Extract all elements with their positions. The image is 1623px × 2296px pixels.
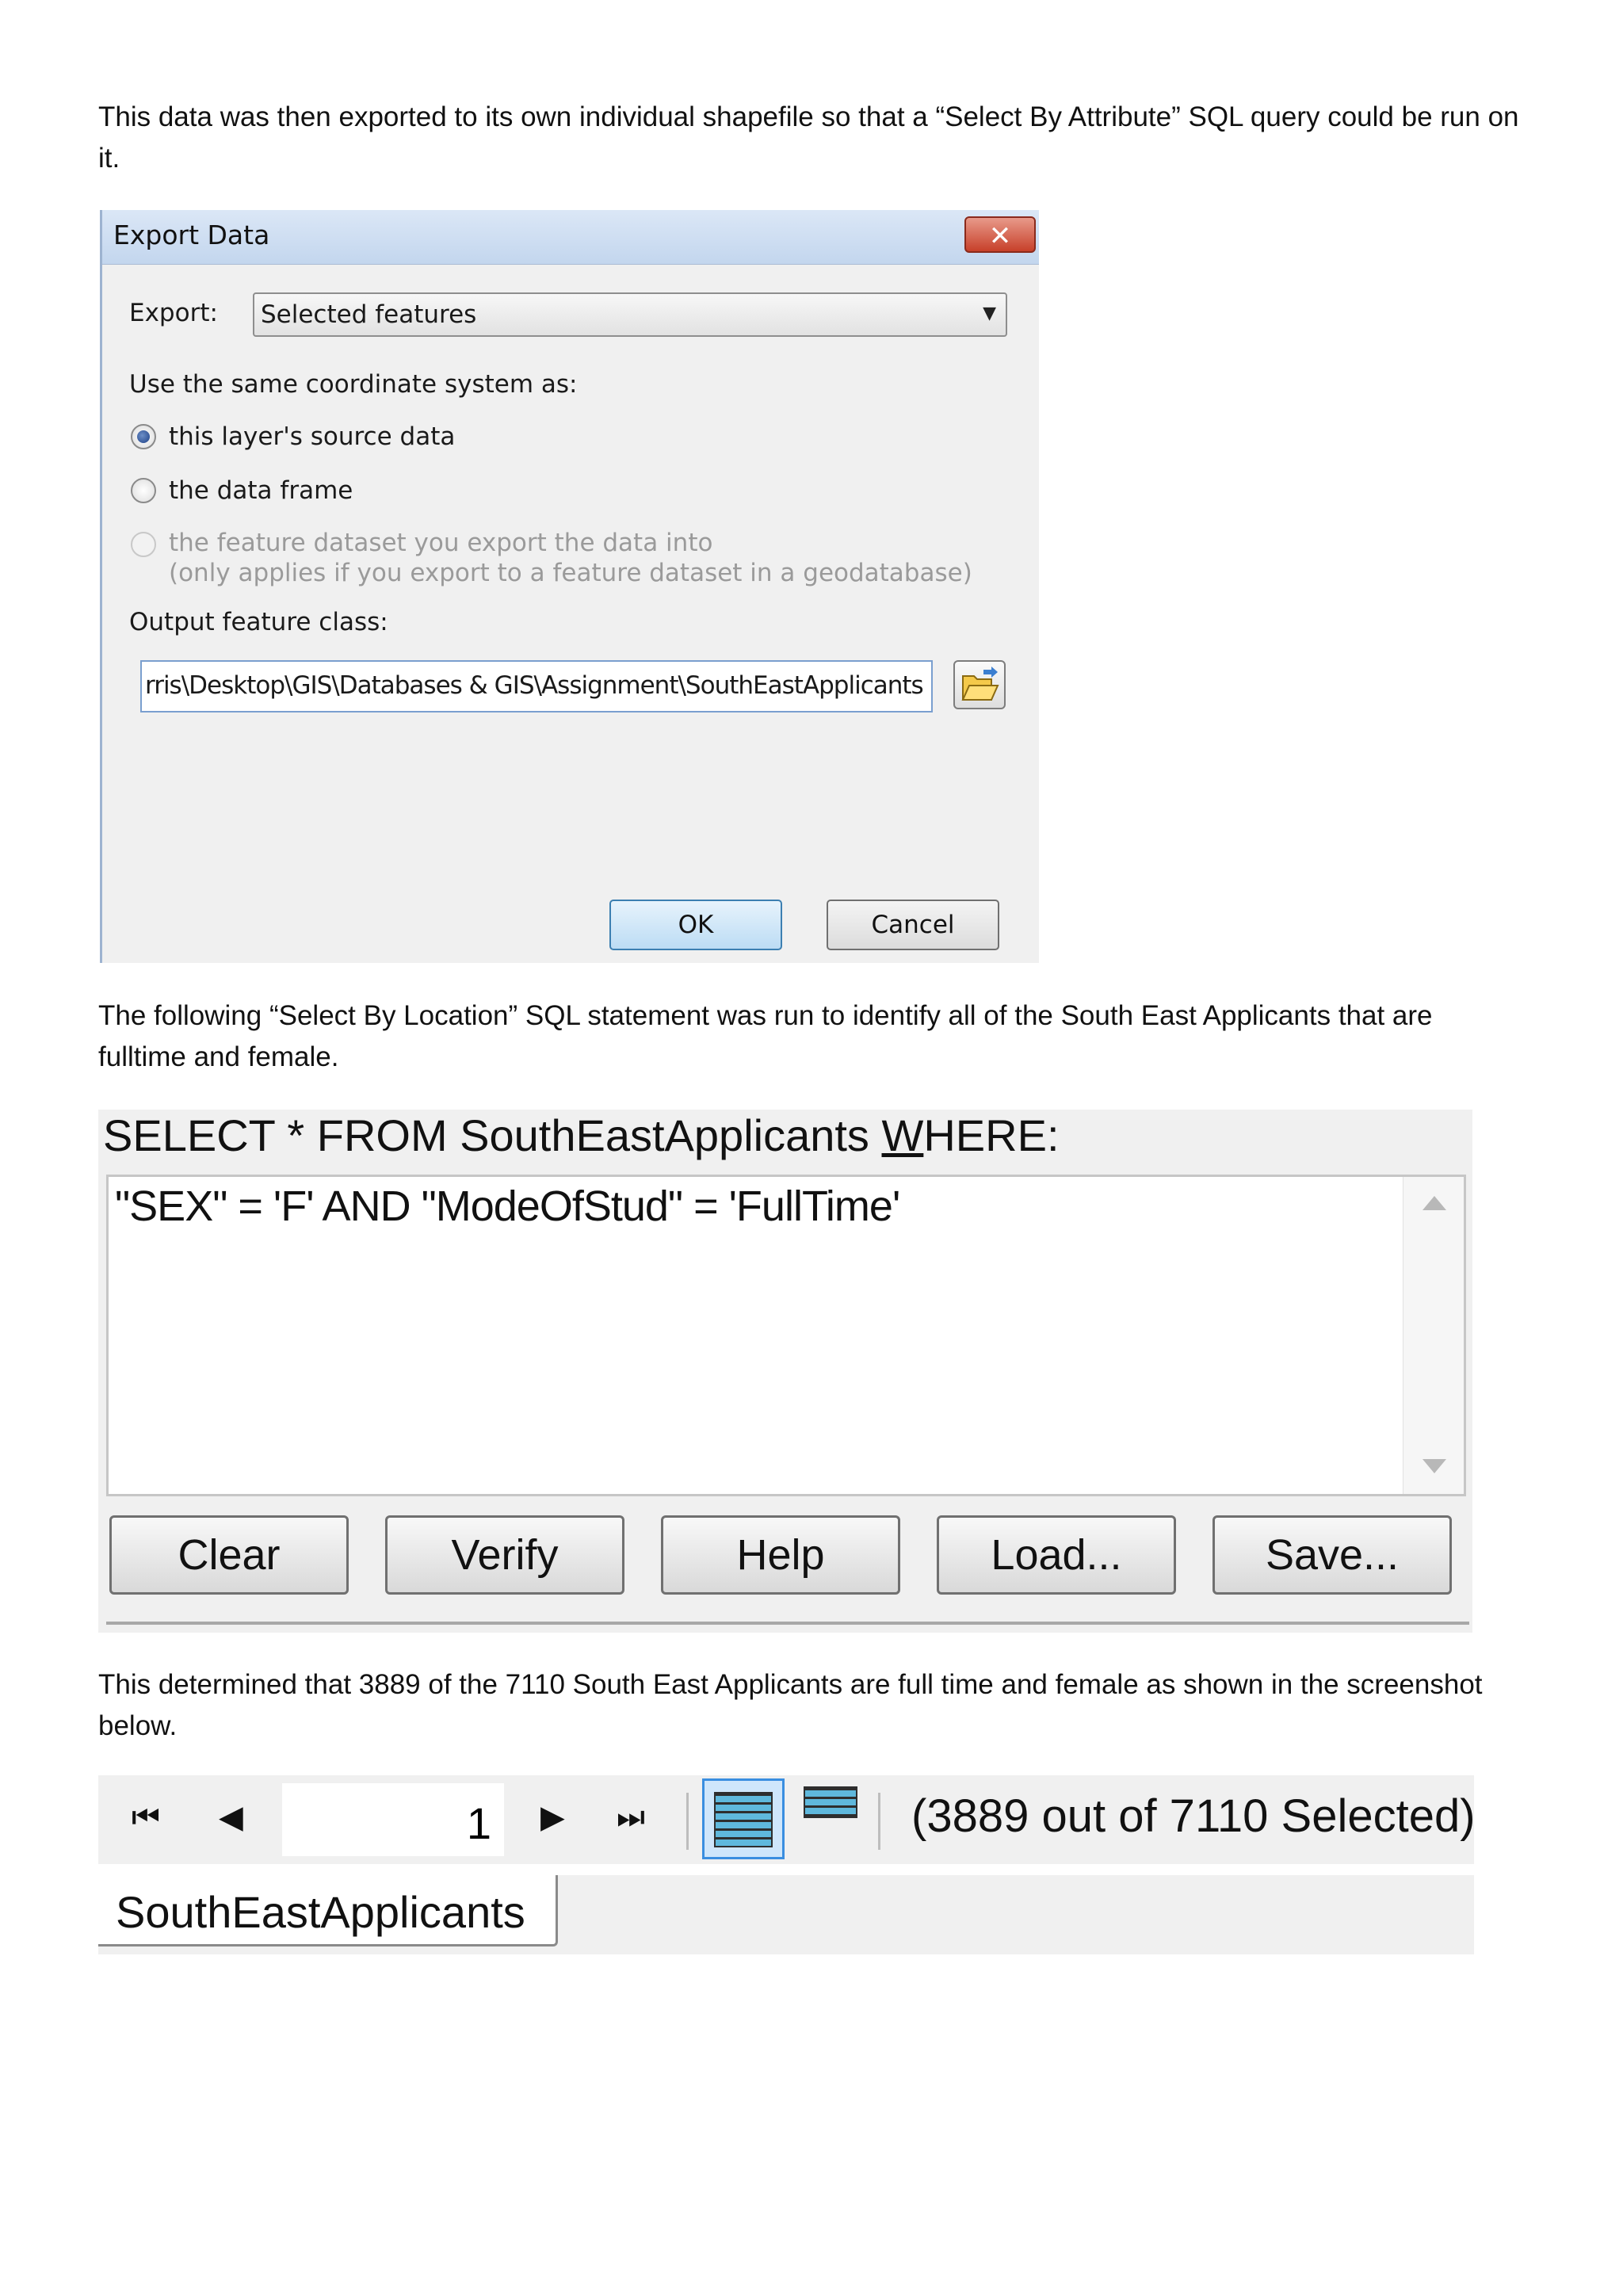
sql-header-suffix: HERE: — [923, 1110, 1060, 1160]
radio-data-frame[interactable] — [131, 478, 156, 503]
close-icon: ✕ — [988, 220, 1012, 252]
tab-southeastapplicants[interactable]: SouthEastApplicants — [98, 1875, 558, 1946]
table-tab-row: SouthEastApplicants — [98, 1875, 1474, 1954]
sql-scrollbar[interactable] — [1403, 1177, 1464, 1494]
load-button[interactable]: Load... — [937, 1515, 1176, 1595]
dialog-title: Export Data — [113, 220, 270, 250]
next-record-icon[interactable]: ▶ — [540, 1799, 565, 1836]
toolbar-separator — [686, 1793, 689, 1850]
previous-record-icon[interactable]: ◀ — [219, 1799, 243, 1836]
sql-expression: "SEX" = 'F' AND "ModeOfStud" = 'FullTime… — [115, 1182, 900, 1230]
coordinate-system-label: Use the same coordinate system as: — [129, 370, 578, 399]
radio-selected-dot — [137, 430, 150, 443]
table-selected-icon — [804, 1786, 857, 1818]
sql-header-hotkey: W — [881, 1110, 924, 1160]
export-dropdown-value: Selected features — [261, 300, 477, 329]
radio-label-feature-dataset: the feature dataset you export the data … — [169, 529, 713, 557]
intro-paragraph: This data was then exported to its own i… — [98, 101, 1519, 174]
record-number-input[interactable]: 1 — [282, 1783, 504, 1856]
sql-header-prefix: SELECT * FROM SouthEastApplicants — [103, 1110, 882, 1160]
record-number: 1 — [466, 1798, 491, 1848]
scroll-up-icon[interactable] — [1423, 1196, 1446, 1210]
show-all-records-button[interactable] — [702, 1778, 785, 1859]
result-paragraph: This determined that 3889 of the 7110 So… — [98, 1669, 1483, 1741]
export-data-dialog: Export Data ✕ Export: Selected features … — [100, 210, 1039, 963]
browse-button[interactable] — [953, 660, 1006, 709]
last-record-icon[interactable]: ⏭ — [617, 1799, 645, 1836]
show-selected-records-button[interactable] — [796, 1780, 869, 1853]
folder-open-icon — [961, 667, 999, 701]
output-feature-class-label: Output feature class: — [129, 608, 388, 636]
clear-button[interactable]: Clear — [109, 1515, 349, 1595]
save-button[interactable]: Save... — [1212, 1515, 1452, 1595]
sql-expression-textarea[interactable]: "SEX" = 'F' AND "ModeOfStud" = 'FullTime… — [106, 1175, 1466, 1496]
export-dropdown[interactable]: Selected features ▼ — [253, 292, 1007, 337]
chevron-down-icon: ▼ — [983, 304, 996, 323]
help-button[interactable]: Help — [661, 1515, 900, 1595]
export-label: Export: — [129, 299, 218, 327]
toolbar-separator — [878, 1793, 880, 1850]
divider — [106, 1622, 1469, 1625]
first-record-icon[interactable]: ⏮ — [132, 1799, 160, 1836]
output-path-value: rris\Desktop\GIS\Databases & GIS\Assignm… — [145, 671, 924, 700]
ok-button[interactable]: OK — [609, 900, 782, 950]
radio-layer-source[interactable] — [131, 424, 156, 449]
cancel-button[interactable]: Cancel — [827, 900, 999, 950]
sql-paragraph: The following “Select By Location” SQL s… — [98, 1000, 1433, 1072]
sql-query-panel: SELECT * FROM SouthEastApplicants WHERE:… — [98, 1110, 1472, 1633]
tab-label: SouthEastApplicants — [116, 1887, 525, 1937]
radio-sublabel-feature-dataset: (only applies if you export to a feature… — [169, 559, 972, 587]
sql-header: SELECT * FROM SouthEastApplicants WHERE: — [103, 1110, 1060, 1161]
table-all-icon — [714, 1792, 773, 1847]
output-path-field[interactable]: rris\Desktop\GIS\Databases & GIS\Assignm… — [140, 660, 933, 712]
radio-label-data-frame: the data frame — [169, 476, 353, 505]
table-toolbar: ⏮ ◀ 1 ▶ ⏭ (3889 out of 7110 Selected) — [98, 1775, 1476, 1864]
radio-label-layer-source: this layer's source data — [169, 422, 456, 451]
radio-feature-dataset — [131, 532, 156, 557]
selection-count: (3889 out of 7110 Selected) — [911, 1790, 1476, 1842]
table-window: ⏮ ◀ 1 ▶ ⏭ (3889 out of 7110 Selected) So… — [98, 1775, 1476, 1954]
close-button[interactable]: ✕ — [964, 216, 1036, 253]
verify-button[interactable]: Verify — [385, 1515, 624, 1595]
scroll-down-icon[interactable] — [1423, 1459, 1446, 1473]
dialog-title-bar: Export Data ✕ — [102, 210, 1039, 265]
